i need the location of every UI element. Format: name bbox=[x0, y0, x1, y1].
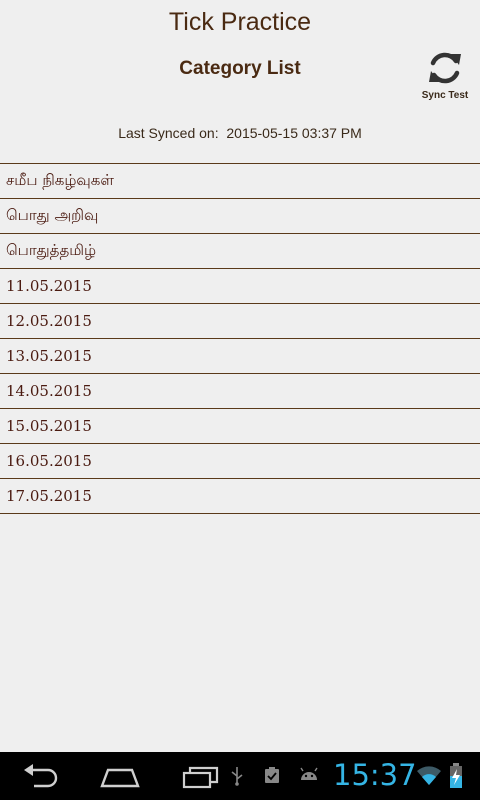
system-navigation-bar: 15:37 bbox=[0, 752, 480, 800]
sync-test-label: Sync Test bbox=[421, 90, 469, 101]
category-item[interactable]: பொது அறிவு bbox=[0, 199, 480, 234]
category-list: சமீப நிகழ்வுகள் பொது அறிவு பொதுத்தமிழ் 1… bbox=[0, 163, 480, 514]
category-item[interactable]: 12.05.2015 bbox=[0, 304, 480, 339]
battery-charging-icon bbox=[450, 763, 462, 788]
home-icon[interactable] bbox=[100, 766, 140, 788]
sync-test-button[interactable]: Sync Test bbox=[414, 48, 476, 108]
refresh-icon bbox=[429, 52, 461, 84]
category-item[interactable]: 16.05.2015 bbox=[0, 444, 480, 479]
status-clock: 15:37 bbox=[333, 758, 417, 792]
usb-icon bbox=[231, 767, 243, 786]
category-item[interactable]: 14.05.2015 bbox=[0, 374, 480, 409]
android-debug-icon bbox=[300, 767, 318, 780]
last-synced-text: Last Synced on: 2015-05-15 03:37 PM bbox=[118, 125, 362, 141]
category-list-title: Category List bbox=[179, 58, 301, 79]
category-item[interactable]: சமீப நிகழ்வுகள் bbox=[0, 164, 480, 199]
wifi-icon bbox=[417, 766, 441, 785]
clipboard-check-icon bbox=[265, 767, 279, 783]
back-icon[interactable] bbox=[22, 764, 60, 790]
category-item[interactable]: 17.05.2015 bbox=[0, 479, 480, 514]
category-item[interactable]: 13.05.2015 bbox=[0, 339, 480, 374]
recent-apps-icon[interactable] bbox=[182, 765, 220, 789]
app-title: Tick Practice bbox=[168, 8, 312, 36]
category-item[interactable]: 11.05.2015 bbox=[0, 269, 480, 304]
category-item[interactable]: பொதுத்தமிழ் bbox=[0, 234, 480, 269]
category-item[interactable]: 15.05.2015 bbox=[0, 409, 480, 444]
